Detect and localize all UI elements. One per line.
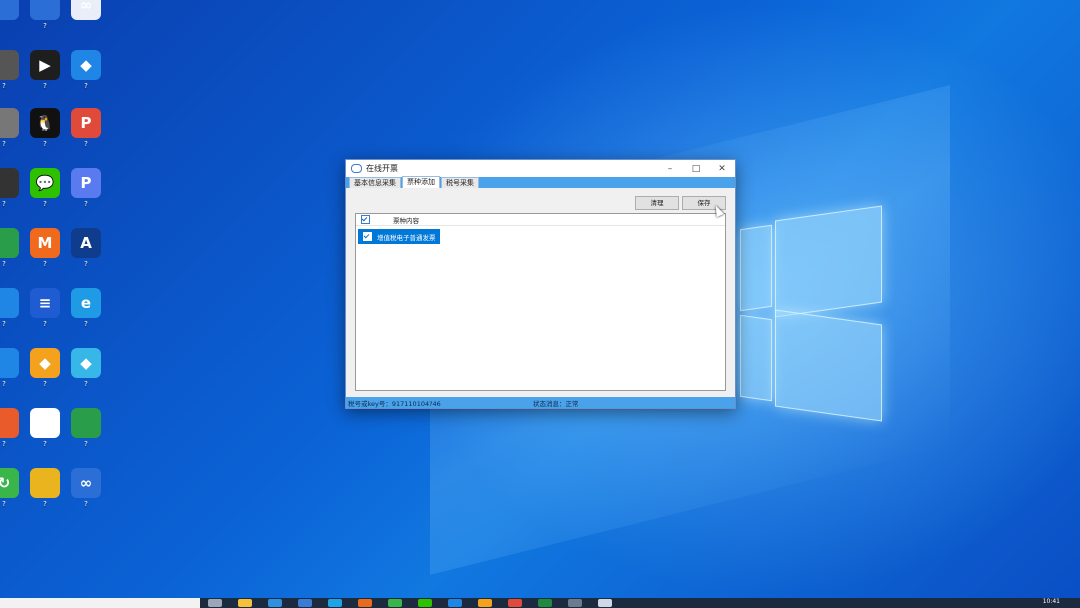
app-icon: A — [71, 228, 101, 258]
app-icon — [0, 408, 19, 438]
desktop-shortcut-label: ? — [84, 320, 88, 328]
desktop-shortcut-label: ? — [84, 200, 88, 208]
cloud-icon — [351, 164, 362, 173]
desktop-shortcut-label: ? — [84, 440, 88, 448]
file-explorer-icon[interactable] — [238, 599, 252, 607]
app-icon[interactable] — [478, 599, 492, 607]
desktop-shortcut[interactable]: P? — [60, 108, 112, 149]
tab-content: 清理 保存 票种内容 增值税电子普通发票 — [346, 188, 735, 397]
app-icon — [0, 108, 19, 138]
edge-icon[interactable] — [328, 599, 342, 607]
desktop-shortcut[interactable]: ? — [60, 408, 112, 449]
tab-basic-info[interactable]: 基本信息采集 — [349, 177, 401, 188]
app-icon: ◆ — [71, 348, 101, 378]
app-icon[interactable] — [358, 599, 372, 607]
tab-invoice-type[interactable]: 票种添加 — [402, 176, 440, 188]
list-item[interactable]: 增值税电子普通发票 — [358, 229, 440, 244]
desktop-shortcut[interactable]: ◆? — [60, 50, 112, 91]
desktop-shortcut[interactable]: ∞ — [60, 0, 112, 22]
app-icon: ∞ — [71, 468, 101, 498]
app-icon — [0, 348, 19, 378]
wechat-icon[interactable] — [418, 599, 432, 607]
app-icon[interactable] — [388, 599, 402, 607]
app-icon: ≡ — [30, 288, 60, 318]
desktop-shortcut[interactable]: A? — [60, 228, 112, 269]
status-tax-id: 税号或key号：917110104?46 — [348, 399, 441, 408]
status-message: 状态消息：正常 — [533, 399, 579, 408]
desktop-shortcut-label: ? — [84, 260, 88, 268]
tab-bar: 基本信息采集 票种添加 税号采集 — [346, 176, 735, 188]
app-icon: e — [30, 408, 60, 438]
close-button[interactable]: ✕ — [709, 164, 735, 174]
app-icon: ▶ — [30, 50, 60, 80]
app-icon[interactable] — [568, 599, 582, 607]
app-icon — [71, 408, 101, 438]
mail-icon[interactable] — [298, 599, 312, 607]
clear-button[interactable]: 清理 — [635, 196, 679, 210]
desktop-shortcut-label: ? — [84, 140, 88, 148]
app-icon: P — [71, 108, 101, 138]
maximize-button[interactable]: □ — [683, 164, 709, 174]
desktop-shortcut-label: ? — [43, 22, 47, 30]
online-invoice-window: 在线开票 – □ ✕ 基本信息采集 票种添加 税号采集 清理 保存 票种内容 增… — [345, 159, 736, 409]
app-icon — [0, 50, 19, 80]
list-item-label: 增值税电子普通发票 — [377, 233, 436, 242]
app-icon: ◆ — [30, 348, 60, 378]
app-icon[interactable] — [448, 599, 462, 607]
task-view-icon[interactable] — [208, 599, 222, 607]
taskbar: 10:41 — [0, 598, 1080, 608]
desktop-shortcut-label: ? — [84, 380, 88, 388]
app-icon — [30, 0, 60, 20]
app-icon: M — [30, 228, 60, 258]
list-header: 票种内容 — [356, 214, 725, 226]
title-bar[interactable]: 在线开票 – □ ✕ — [346, 160, 735, 177]
active-app-icon[interactable] — [598, 599, 612, 607]
app-icon: P — [71, 168, 101, 198]
app-icon: e — [71, 288, 101, 318]
app-icon — [0, 288, 19, 318]
app-icon: 💬 — [30, 168, 60, 198]
desktop-shortcut[interactable]: P? — [60, 168, 112, 209]
select-all-checkbox[interactable] — [361, 215, 370, 224]
excel-icon[interactable] — [538, 599, 552, 607]
app-icon: ∞ — [71, 0, 101, 20]
desktop-shortcut[interactable]: ∞? — [60, 468, 112, 509]
app-icon: ↻ — [0, 468, 19, 498]
desktop-shortcut-label: ? — [84, 82, 88, 90]
windows-logo — [740, 205, 885, 430]
list-item-checkbox[interactable] — [363, 232, 372, 241]
invoice-type-list: 票种内容 增值税电子普通发票 — [355, 213, 726, 391]
minimize-button[interactable]: – — [657, 164, 683, 174]
app-icon — [0, 0, 19, 20]
taskbar-search-input[interactable] — [0, 598, 200, 608]
app-icon: 🐧 — [30, 108, 60, 138]
app-icon — [0, 168, 19, 198]
status-bar: 税号或key号：917110104?46 状态消息：正常 — [346, 397, 735, 408]
desktop-shortcut[interactable]: e? — [60, 288, 112, 329]
store-icon[interactable] — [268, 599, 282, 607]
app-icon — [0, 228, 19, 258]
app-icon[interactable] — [508, 599, 522, 607]
window-title: 在线开票 — [366, 164, 398, 173]
taskbar-clock: 10:41 — [1042, 598, 1060, 605]
desktop-shortcut-label: ? — [84, 500, 88, 508]
list-header-label: 票种内容 — [393, 216, 419, 225]
app-icon: ◆ — [71, 50, 101, 80]
app-icon — [30, 468, 60, 498]
desktop-shortcut[interactable]: ◆? — [60, 348, 112, 389]
tab-tax-id[interactable]: 税号采集 — [441, 177, 479, 188]
